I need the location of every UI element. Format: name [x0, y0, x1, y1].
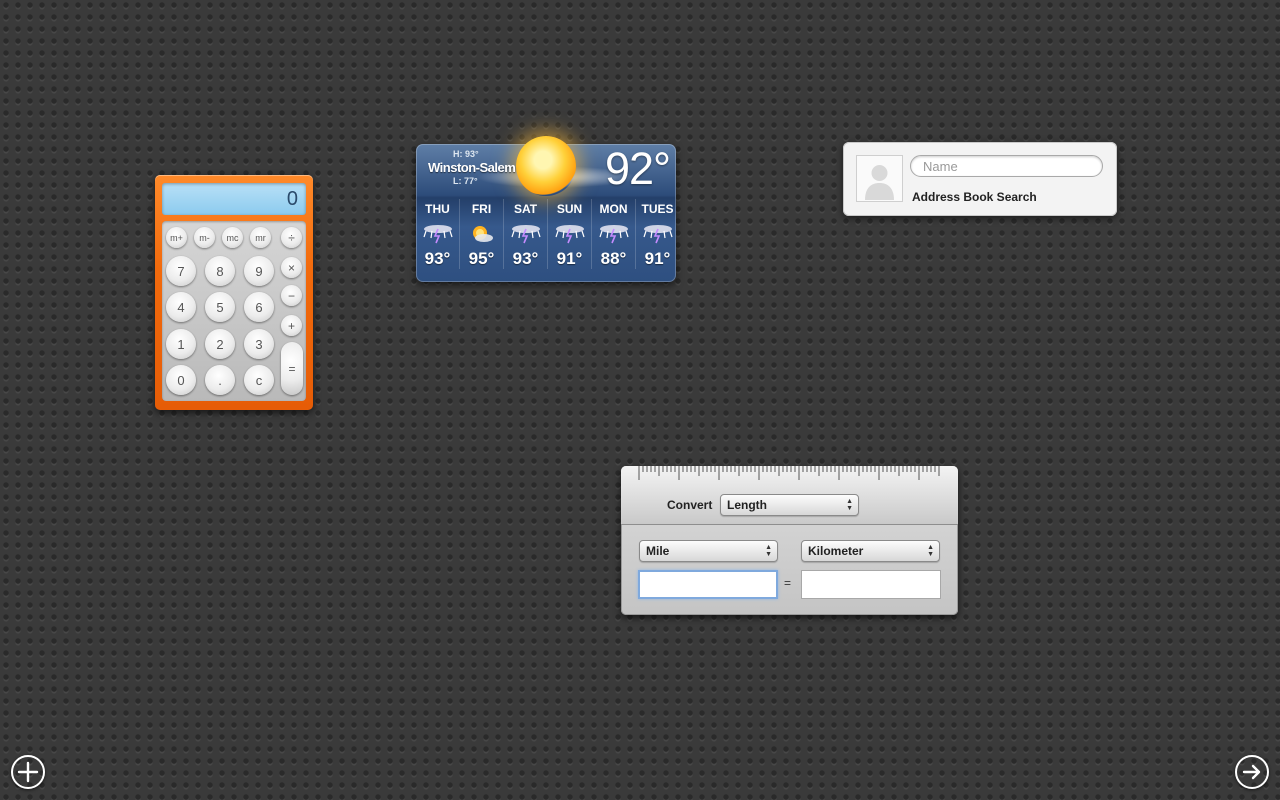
- partly-sunny-icon: [460, 219, 503, 249]
- forecast-day-name: FRI: [471, 202, 492, 216]
- forecast-day-temp: 95°: [468, 249, 495, 268]
- digit-3-button[interactable]: 3: [244, 329, 274, 359]
- forecast-day-temp: 91°: [556, 249, 583, 268]
- person-icon: [856, 155, 903, 202]
- low-temp: L: 77°: [453, 176, 478, 186]
- digit-5-button[interactable]: 5: [205, 292, 235, 322]
- convert-label: Convert: [667, 498, 713, 512]
- forecast-day: FRI 95°: [460, 199, 504, 269]
- current-temp: 92°: [604, 143, 671, 194]
- forecast-day: MON 88°: [592, 199, 636, 269]
- weather-widget[interactable]: H: 93° Winston-Salem L: 77° 92° THU 93° FR…: [416, 136, 676, 282]
- select-arrows-icon: ▲ ▼: [927, 544, 934, 558]
- digit-9-button[interactable]: 9: [244, 256, 274, 286]
- equals-sign: =: [784, 576, 792, 590]
- to-value-input[interactable]: [801, 570, 941, 599]
- converter-header: Convert Length ▲ ▼: [621, 466, 958, 525]
- address-book-title: Address Book Search: [912, 190, 1037, 204]
- from-unit-value: Mile: [646, 544, 670, 558]
- memory-clear-button[interactable]: mc: [222, 227, 243, 248]
- forecast-day-name: SAT: [513, 202, 538, 216]
- name-search-input[interactable]: [910, 155, 1103, 177]
- forecast-day-temp: 88°: [600, 249, 627, 268]
- clear-button[interactable]: c: [244, 365, 274, 395]
- from-value-input[interactable]: [638, 570, 778, 599]
- thunderstorm-icon: [416, 219, 459, 249]
- forecast-day-name: TUES: [641, 202, 674, 216]
- add-widget-button[interactable]: [11, 755, 45, 789]
- decimal-button[interactable]: .: [205, 365, 235, 395]
- thunderstorm-icon: [592, 219, 635, 249]
- forecast-day: SAT 93°: [504, 199, 548, 269]
- forecast-row: THU 93° FRI 95° SAT 93° SUN 91° MON 88° TUES 91°: [416, 199, 676, 269]
- arrow-right-circle-icon: [1242, 764, 1261, 780]
- subtract-button[interactable]: −: [281, 285, 302, 306]
- memory-recall-button[interactable]: mr: [250, 227, 271, 248]
- digit-8-button[interactable]: 8: [205, 256, 235, 286]
- thunderstorm-icon: [548, 219, 591, 249]
- calculator-display: 0: [162, 183, 306, 215]
- digit-2-button[interactable]: 2: [205, 329, 235, 359]
- digit-6-button[interactable]: 6: [244, 292, 274, 322]
- thunderstorm-icon: [504, 219, 547, 249]
- digit-7-button[interactable]: 7: [166, 256, 196, 286]
- calculator-keypad: m+ m- mc mr ÷ 7 8 9 × 4 5 6 − + 1 2 3 0 …: [162, 221, 306, 401]
- unit-converter-widget: Convert Length ▲ ▼ Mile ▲ ▼ Kilometer ▲ ▼ =: [621, 466, 958, 615]
- forecast-day-temp: 93°: [512, 249, 539, 268]
- multiply-button[interactable]: ×: [281, 257, 302, 278]
- forecast-day-name: THU: [425, 202, 450, 216]
- forecast-day-name: SUN: [556, 202, 583, 216]
- forecast-day-name: MON: [599, 202, 628, 216]
- from-unit-select[interactable]: Mile ▲ ▼: [639, 540, 778, 562]
- convert-type-value: Length: [727, 498, 767, 512]
- address-book-widget: Address Book Search: [843, 142, 1117, 216]
- ruler-icon: [638, 466, 940, 480]
- forecast-day-temp: 93°: [424, 249, 451, 268]
- memory-minus-button[interactable]: m-: [194, 227, 215, 248]
- select-arrows-icon: ▲ ▼: [765, 544, 772, 558]
- next-page-button[interactable]: [1235, 755, 1269, 789]
- sun-icon: [516, 136, 576, 196]
- convert-type-select[interactable]: Length ▲ ▼: [720, 494, 859, 516]
- digit-4-button[interactable]: 4: [166, 292, 196, 322]
- high-temp: H: 93°: [453, 149, 479, 159]
- to-unit-value: Kilometer: [808, 544, 864, 558]
- equals-button[interactable]: =: [281, 342, 303, 395]
- thunderstorm-icon: [636, 219, 679, 249]
- select-arrows-icon: ▲ ▼: [846, 498, 853, 512]
- digit-1-button[interactable]: 1: [166, 329, 196, 359]
- calculator-widget: 0 m+ m- mc mr ÷ 7 8 9 × 4 5 6 − + 1 2 3 …: [155, 175, 313, 410]
- digit-0-button[interactable]: 0: [166, 365, 196, 395]
- forecast-day: TUES 91°: [636, 199, 679, 269]
- add-button[interactable]: +: [281, 315, 302, 336]
- forecast-day-temp: 91°: [644, 249, 671, 268]
- forecast-day: THU 93°: [416, 199, 460, 269]
- forecast-day: SUN 91°: [548, 199, 592, 269]
- to-unit-select[interactable]: Kilometer ▲ ▼: [801, 540, 940, 562]
- divide-button[interactable]: ÷: [281, 227, 302, 248]
- plus-circle-icon: [17, 761, 39, 783]
- city-name: Winston-Salem: [428, 160, 516, 175]
- memory-plus-button[interactable]: m+: [166, 227, 187, 248]
